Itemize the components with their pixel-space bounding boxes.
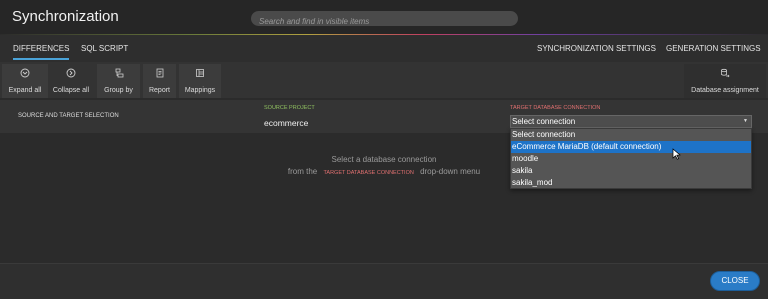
dropdown-option[interactable]: Select connection [511, 129, 751, 141]
empty-state-prefix: from the [287, 167, 318, 176]
collapse-all-label: Collapse all [52, 87, 90, 94]
selection-title: SOURCE AND TARGET SELECTION [18, 113, 119, 119]
expand-all-button[interactable]: Expand all [2, 64, 48, 98]
mappings-button[interactable]: Mappings [179, 64, 221, 98]
mouse-pointer-icon [672, 148, 681, 163]
empty-state-hint: from the TARGET DATABASE CONNECTION drop… [288, 167, 480, 176]
empty-state-highlight: TARGET DATABASE CONNECTION [323, 170, 414, 176]
group-by-button[interactable]: Group by [97, 64, 140, 98]
source-project-label: SOURCE PROJECT [264, 105, 315, 111]
footer [0, 263, 768, 299]
toolbar: Expand all Collapse all Group by Report … [0, 62, 768, 98]
window-title: Synchronization [12, 8, 119, 25]
empty-state-message: Select a database connection [331, 155, 437, 164]
tab-generation-settings[interactable]: GENERATION SETTINGS [666, 44, 761, 53]
tab-sql-script[interactable]: SQL SCRIPT [81, 44, 128, 53]
tab-bar: DIFFERENCES SQL SCRIPT SYNCHRONIZATION S… [0, 35, 768, 62]
target-connection-label: TARGET DATABASE CONNECTION [510, 105, 601, 111]
close-button[interactable]: CLOSE [710, 271, 760, 291]
database-assignment-button[interactable]: Database assignment [684, 64, 766, 98]
collapse-all-button[interactable]: Collapse all [48, 64, 94, 98]
search-input[interactable] [251, 14, 518, 29]
empty-state-suffix: drop-down menu [420, 167, 481, 176]
tab-synchronization-settings[interactable]: SYNCHRONIZATION SETTINGS [537, 44, 656, 53]
dropdown-option[interactable]: sakila_mod [511, 177, 751, 189]
target-connection-value: Select connection [512, 117, 576, 126]
group-by-label: Group by [104, 87, 133, 94]
mappings-label: Mappings [184, 87, 216, 94]
dropdown-option[interactable]: moodle [511, 153, 751, 165]
chevron-down-circle-icon [2, 68, 48, 81]
chevron-right-circle-icon [48, 68, 94, 81]
report-label: Report [148, 87, 170, 94]
chevron-down-icon: ▼ [743, 118, 748, 124]
dropdown-option-hovered[interactable]: eCommerce MariaDB (default connection) [511, 141, 751, 153]
dropdown-option[interactable]: sakila [511, 165, 751, 177]
target-connection-dropdown: Select connection eCommerce MariaDB (def… [510, 128, 752, 189]
report-button[interactable]: Report [143, 64, 176, 98]
target-connection-select[interactable]: Select connection ▼ [510, 115, 752, 128]
mappings-icon [179, 68, 221, 81]
search-box[interactable] [251, 11, 518, 29]
source-project-value: ecommerce [264, 118, 309, 128]
title-bar: Synchronization [0, 0, 768, 34]
database-assignment-label: Database assignment [691, 87, 759, 94]
database-assignment-icon [684, 68, 766, 81]
expand-all-label: Expand all [8, 87, 42, 94]
group-icon [97, 68, 140, 81]
report-icon [143, 68, 176, 81]
tab-differences[interactable]: DIFFERENCES [13, 44, 70, 60]
